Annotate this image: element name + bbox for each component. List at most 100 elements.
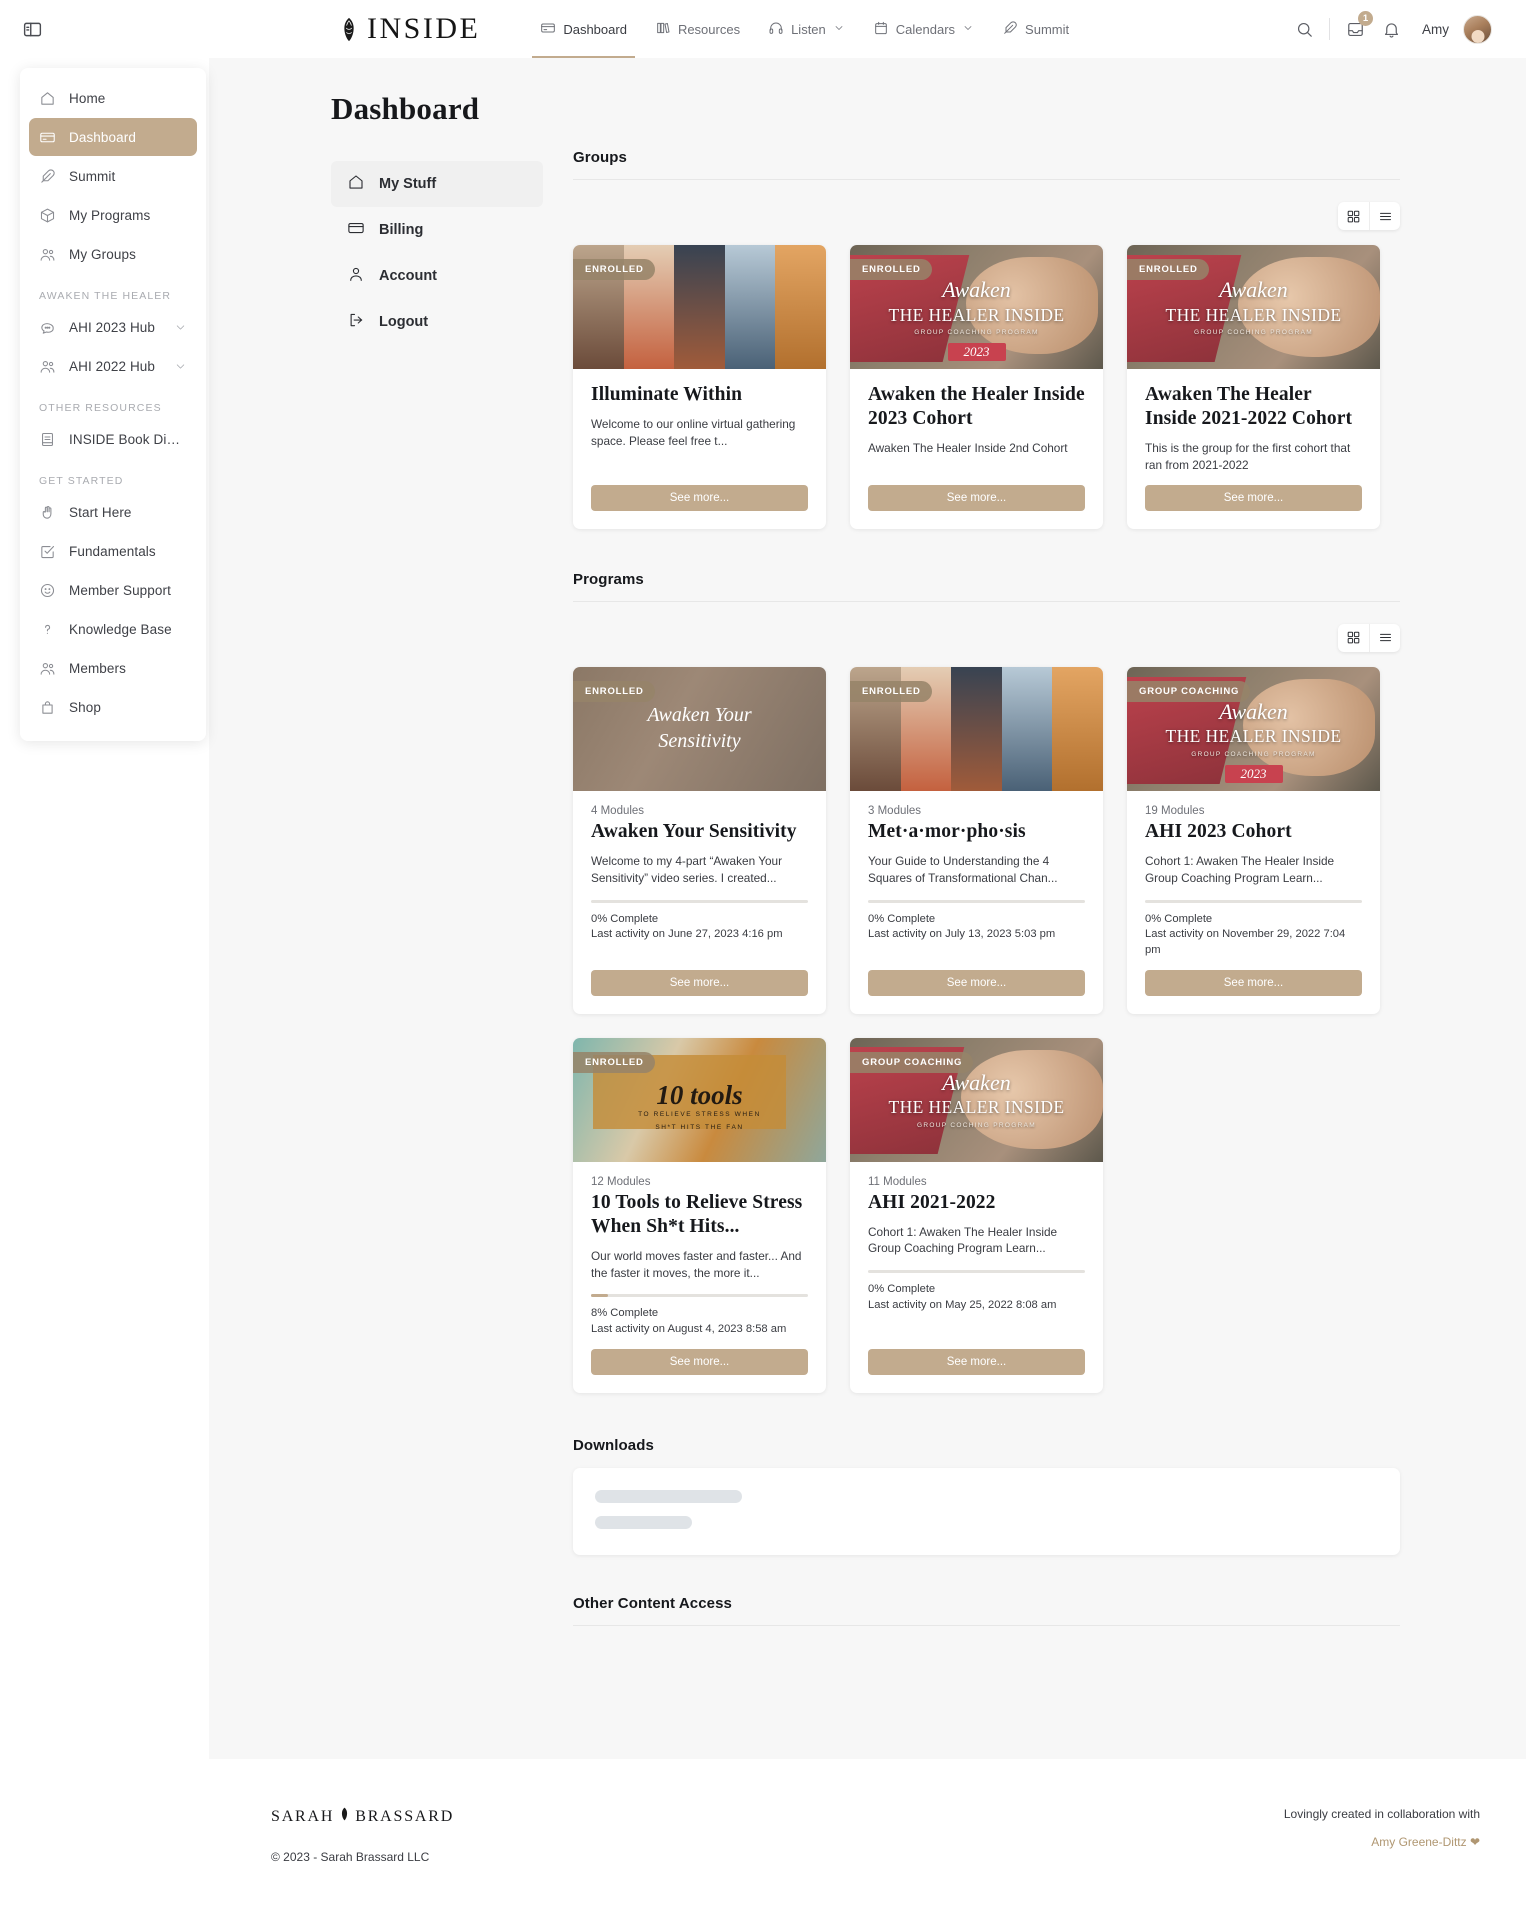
- chevron-down-icon[interactable]: [174, 321, 187, 334]
- grid-view-icon[interactable]: [1338, 202, 1369, 230]
- list-view-icon[interactable]: [1369, 623, 1400, 652]
- topnav-item-dashboard[interactable]: Dashboard: [528, 0, 639, 58]
- sidebar-item-knowledge-base[interactable]: Knowledge Base: [29, 610, 197, 648]
- program-card[interactable]: Awaken THE HEALER INSIDE GROUP COACHING …: [1127, 666, 1380, 1014]
- subnav-item-my-stuff[interactable]: My Stuff: [331, 161, 543, 207]
- see-more-button[interactable]: See more...: [1145, 484, 1362, 511]
- see-more-button[interactable]: See more...: [1145, 969, 1362, 996]
- dashboard-subnav: My Stuff Billing Account Logout: [331, 149, 543, 1626]
- program-card[interactable]: 10 tools TO RELIEVE STRESS WHEN SH*T HITS…: [573, 1037, 826, 1393]
- see-more-button[interactable]: See more...: [591, 1348, 808, 1375]
- sidebar-item-label: Start Here: [69, 504, 132, 520]
- subnav-item-logout[interactable]: Logout: [331, 299, 543, 345]
- topnav-item-resources[interactable]: Resources: [643, 0, 752, 58]
- sidebar-item-my-groups[interactable]: My Groups: [29, 235, 197, 273]
- feather-icon: [39, 168, 56, 185]
- topnav-item-summit[interactable]: Summit: [990, 0, 1081, 58]
- program-card[interactable]: Awaken THE HEALER INSIDE GROUP COCHING P…: [850, 1037, 1103, 1393]
- card-meta: 0% Complete Last activity on June 27, 20…: [591, 912, 808, 943]
- footer-logo-left: SARAH: [271, 1807, 335, 1825]
- footer-collab-note: Lovingly created in collaboration with: [1283, 1807, 1480, 1821]
- sidebar-item-summit[interactable]: Summit: [29, 157, 197, 195]
- group-card[interactable]: ENROLLED Illuminate Within Welcome to ou…: [573, 245, 826, 529]
- card-title: AHI 2021-2022: [868, 1191, 996, 1213]
- footer-left: SARAH BRASSARD © 2023 - Sarah Brassard L…: [271, 1807, 454, 1920]
- sidebar-item-my-programs[interactable]: My Programs: [29, 196, 197, 234]
- sidebar-item-start-here[interactable]: Start Here: [29, 493, 197, 531]
- avatar[interactable]: [1463, 14, 1492, 44]
- card-body: Illuminate Within Welcome to our online …: [573, 369, 826, 529]
- panel-toggle-icon[interactable]: [20, 17, 44, 41]
- view-toggle: [1338, 623, 1400, 652]
- list-view-icon[interactable]: [1369, 202, 1400, 230]
- topnav-label: Listen: [791, 21, 826, 37]
- section-heading: Downloads: [573, 1436, 654, 1454]
- inbox-icon[interactable]: 1: [1344, 11, 1373, 40]
- topnav-item-listen[interactable]: Listen: [756, 0, 857, 58]
- last-activity: Last activity on July 13, 2023 5:03 pm: [868, 928, 1056, 941]
- sidebar-item-label: Member Support: [69, 582, 171, 598]
- card-title: AHI 2023 Cohort: [1145, 820, 1292, 842]
- status-badge: ENROLLED: [850, 680, 932, 702]
- sidebar-item-shop[interactable]: Shop: [29, 688, 197, 726]
- users-icon: [39, 246, 56, 263]
- topnav-label: Calendars: [895, 21, 956, 37]
- brand-logo[interactable]: INSIDE: [339, 14, 480, 44]
- see-more-button[interactable]: See more...: [591, 969, 808, 996]
- search-icon[interactable]: [1293, 18, 1315, 40]
- sidebar-item-ahi-2023-hub[interactable]: AHI 2023 Hub: [29, 308, 197, 346]
- chevron-down-icon[interactable]: [962, 22, 974, 37]
- sidebar-section-title: AWAKEN THE HEALER: [39, 290, 172, 302]
- see-more-button[interactable]: See more...: [868, 1348, 1085, 1375]
- card-title: Awaken Your Sensitivity: [591, 820, 797, 842]
- program-card[interactable]: Awaken Your Sensitivity ENROLLED 4 Module…: [573, 666, 826, 1014]
- topnav-item-calendars[interactable]: Calendars: [861, 0, 986, 58]
- see-more-button[interactable]: See more...: [868, 484, 1085, 511]
- chevron-down-icon[interactable]: [174, 360, 187, 373]
- users-icon: [39, 358, 56, 375]
- view-toggle: [1338, 202, 1400, 230]
- subnav-item-billing[interactable]: Billing: [331, 207, 543, 253]
- box-icon: [39, 207, 56, 224]
- user-name[interactable]: Amy: [1422, 22, 1449, 37]
- section-programs: Programs Awaken Your Sensitivity ENROLLE…: [573, 571, 1400, 1393]
- chevron-down-icon[interactable]: [833, 22, 845, 37]
- check-square-icon: [39, 543, 56, 560]
- sidebar-item-inside-book-digital[interactable]: INSIDE Book Digital ...: [29, 420, 197, 458]
- bell-icon[interactable]: [1380, 18, 1402, 40]
- card-icon: [39, 129, 56, 146]
- footer-collab-name[interactable]: Amy Greene-Dittz ❤: [1284, 1835, 1480, 1849]
- sidebar-section-title: OTHER RESOURCES: [39, 402, 162, 414]
- sidebar-item-dashboard[interactable]: Dashboard: [29, 118, 197, 156]
- status-badge: ENROLLED: [1127, 259, 1209, 280]
- sidebar-item-members[interactable]: Members: [29, 649, 197, 687]
- module-count: 12 Modules: [591, 1175, 651, 1188]
- card-icon: [347, 219, 365, 241]
- subnav-label: Billing: [379, 222, 424, 238]
- headphones-icon: [768, 20, 784, 39]
- see-more-button[interactable]: See more...: [591, 484, 808, 511]
- subnav-item-account[interactable]: Account: [331, 253, 543, 299]
- progress-bar: [591, 1294, 808, 1298]
- section-other-content-access: Other Content Access: [573, 1595, 1400, 1626]
- card-title: 10 Tools to Relieve Stress When Sh*t Hit…: [591, 1191, 803, 1237]
- card-description: Welcome to our online virtual gathering …: [591, 417, 796, 448]
- sidebar-item-home[interactable]: Home: [29, 79, 197, 117]
- subnav-label: Account: [379, 268, 437, 284]
- last-activity: Last activity on August 4, 2023 8:58 am: [591, 1323, 787, 1336]
- grid-view-icon[interactable]: [1338, 624, 1369, 652]
- sidebar-item-ahi-2022-hub[interactable]: AHI 2022 Hub: [29, 347, 197, 385]
- status-badge: GROUP COACHING: [850, 1051, 974, 1073]
- see-more-button[interactable]: See more...: [868, 969, 1085, 996]
- top-nav-links: Dashboard Resources Listen Calendars Sum…: [528, 0, 1081, 58]
- program-card[interactable]: ENROLLED 3 Modules Met·a·mor·pho·sis You…: [850, 666, 1103, 1014]
- card-body: 19 Modules AHI 2023 Cohort Cohort 1: Awa…: [1127, 791, 1380, 1014]
- status-badge: ENROLLED: [850, 259, 932, 280]
- card-description: This is the group for the first cohort t…: [1145, 441, 1351, 473]
- sidebar-item-member-support[interactable]: Member Support: [29, 571, 197, 609]
- card-thumbnail: Awaken Your Sensitivity ENROLLED: [573, 666, 826, 791]
- sidebar-item-fundamentals[interactable]: Fundamentals: [29, 532, 197, 570]
- group-card[interactable]: Awaken THE HEALER INSIDE GROUP COACHING …: [850, 245, 1103, 529]
- main-content: Dashboard My Stuff Billing Account Logou…: [209, 58, 1526, 1920]
- group-card[interactable]: Awaken THE HEALER INSIDE GROUP COCHING P…: [1127, 245, 1380, 529]
